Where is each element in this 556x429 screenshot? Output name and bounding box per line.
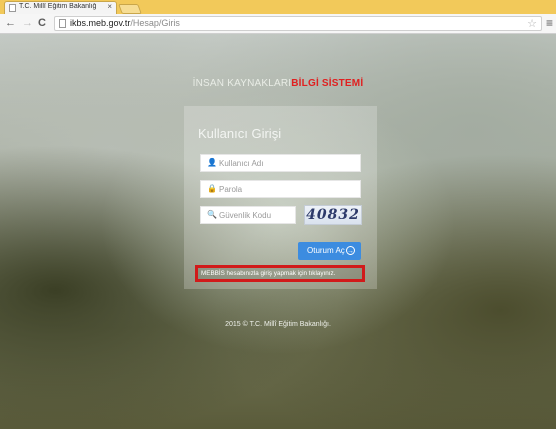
password-input[interactable] bbox=[219, 183, 349, 196]
browser-tab[interactable]: T.C. Millî Eğitim Bakanlığ × bbox=[4, 1, 117, 14]
bookmark-star-icon[interactable]: ☆ bbox=[527, 17, 537, 30]
brand-part-2: BİLGİ SİSTEMİ bbox=[291, 78, 364, 89]
captcha-field[interactable]: 🔍 bbox=[200, 206, 296, 224]
login-title: Kullanıcı Girişi bbox=[198, 126, 282, 141]
captcha-image: 40832 bbox=[304, 205, 362, 225]
login-panel: Kullanıcı Girişi 👤 🔒 🔍 40832 Oturum Aç →… bbox=[184, 106, 377, 289]
url-host: ikbs.meb.gov.tr bbox=[70, 18, 131, 28]
reload-icon[interactable]: C bbox=[38, 16, 46, 30]
back-arrow-icon[interactable]: ← bbox=[5, 16, 16, 30]
address-bar[interactable]: ikbs.meb.gov.tr/Hesap/Giris ☆ bbox=[54, 16, 542, 31]
page-icon bbox=[59, 19, 66, 28]
tab-bar: T.C. Millî Eğitim Bakanlığ × bbox=[0, 0, 556, 14]
tab-title: T.C. Millî Eğitim Bakanlığ bbox=[19, 3, 97, 10]
site-brand: İNSAN KAYNAKLARIBİLGİ SİSTEMİ bbox=[0, 78, 556, 89]
menu-icon[interactable]: ≡ bbox=[546, 16, 553, 30]
login-button[interactable]: Oturum Aç → bbox=[298, 242, 361, 260]
page-footer: 2015 © T.C. Millî Eğitim Bakanlığı. bbox=[225, 321, 331, 328]
url-path: /Hesap/Giris bbox=[130, 18, 180, 28]
arrow-circle-icon: → bbox=[346, 246, 355, 255]
forward-arrow-icon[interactable]: → bbox=[22, 16, 33, 30]
lock-icon: 🔒 bbox=[207, 184, 217, 193]
password-field[interactable]: 🔒 bbox=[200, 180, 361, 198]
page-viewport: İNSAN KAYNAKLARIBİLGİ SİSTEMİ Kullanıcı … bbox=[0, 34, 556, 429]
tab-close-icon[interactable]: × bbox=[107, 2, 112, 11]
username-field[interactable]: 👤 bbox=[200, 154, 361, 172]
url-text: ikbs.meb.gov.tr/Hesap/Giris bbox=[70, 18, 180, 28]
captcha-input[interactable] bbox=[219, 209, 291, 222]
new-tab-button[interactable] bbox=[118, 4, 142, 14]
search-icon: 🔍 bbox=[207, 210, 217, 219]
mebbis-login-link[interactable]: MEBBİS hesabınızla giriş yapmak için tık… bbox=[195, 265, 365, 282]
page-favicon-icon bbox=[9, 4, 16, 12]
user-icon: 👤 bbox=[207, 158, 217, 167]
brand-part-1: İNSAN KAYNAKLARI bbox=[192, 78, 292, 89]
username-input[interactable] bbox=[219, 157, 349, 170]
login-button-label: Oturum Aç bbox=[307, 246, 345, 255]
browser-toolbar: ← → C ikbs.meb.gov.tr/Hesap/Giris ☆ ≡ bbox=[0, 14, 556, 34]
